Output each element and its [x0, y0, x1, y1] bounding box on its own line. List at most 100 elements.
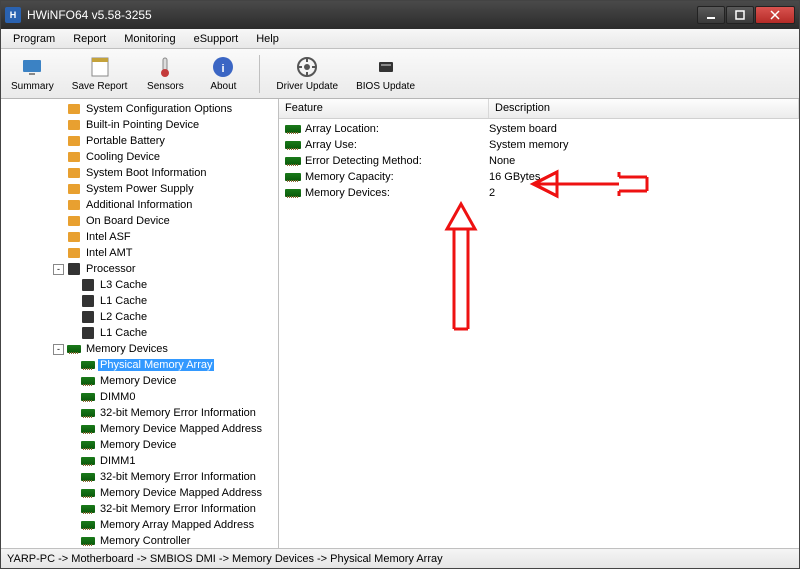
tree-spacer: [67, 360, 78, 371]
tree-label: Intel ASF: [84, 231, 133, 243]
collapse-icon[interactable]: -: [53, 264, 64, 275]
about-label: About: [210, 81, 236, 92]
maximize-button[interactable]: [726, 6, 754, 24]
tree-node[interactable]: -Processor: [1, 261, 278, 277]
tree-node[interactable]: Additional Information: [1, 197, 278, 213]
detail-row[interactable]: Error Detecting Method:None: [279, 153, 799, 169]
tree-node[interactable]: Memory Device Mapped Address: [1, 485, 278, 501]
summary-label: Summary: [11, 81, 54, 92]
tree-spacer: [53, 232, 64, 243]
ram-icon: [285, 189, 301, 197]
ram-icon: [285, 173, 301, 181]
tree-node[interactable]: L2 Cache: [1, 309, 278, 325]
col-feature[interactable]: Feature: [279, 99, 489, 118]
tree-spacer: [53, 248, 64, 259]
tree-label: DIMM0: [98, 391, 137, 403]
sensors-icon: [153, 55, 177, 79]
menu-esupport[interactable]: eSupport: [186, 31, 247, 47]
tree-node[interactable]: Memory Device: [1, 373, 278, 389]
tree-label: Portable Battery: [84, 135, 167, 147]
tree-spacer: [67, 536, 78, 547]
collapse-icon[interactable]: -: [53, 344, 64, 355]
tree-spacer: [67, 328, 78, 339]
tree-spacer: [67, 408, 78, 419]
tree-node[interactable]: L1 Cache: [1, 325, 278, 341]
annotation-arrow-up: [441, 201, 481, 331]
ram-icon: [81, 471, 95, 483]
menu-program[interactable]: Program: [5, 31, 63, 47]
tree-node[interactable]: Cooling Device: [1, 149, 278, 165]
driver-button[interactable]: Driver Update: [272, 53, 342, 94]
gen-icon: [67, 167, 81, 179]
tree-node[interactable]: Memory Controller: [1, 533, 278, 548]
minimize-button[interactable]: [697, 6, 725, 24]
detail-row[interactable]: Array Location:System board: [279, 121, 799, 137]
tree-node[interactable]: 32-bit Memory Error Information: [1, 501, 278, 517]
menu-monitoring[interactable]: Monitoring: [116, 31, 183, 47]
detail-header: Feature Description: [279, 99, 799, 119]
gen-icon: [67, 183, 81, 195]
tree-node[interactable]: Memory Device: [1, 437, 278, 453]
tree-node[interactable]: On Board Device: [1, 213, 278, 229]
tree-node[interactable]: L1 Cache: [1, 293, 278, 309]
tree-node[interactable]: Intel AMT: [1, 245, 278, 261]
driver-label: Driver Update: [276, 81, 338, 92]
tree-pane[interactable]: System Configuration OptionsBuilt-in Poi…: [1, 99, 279, 548]
toolbar: Summary Save Report Sensors iAbout Driver Up…: [1, 49, 799, 99]
feature-cell: Array Use:: [305, 139, 489, 151]
tree-node[interactable]: System Boot Information: [1, 165, 278, 181]
ram-icon: [81, 407, 95, 419]
tree-node[interactable]: Memory Device Mapped Address: [1, 421, 278, 437]
tree-spacer: [53, 104, 64, 115]
ram-icon: [81, 391, 95, 403]
close-button[interactable]: [755, 6, 795, 24]
chip-icon: [81, 295, 95, 307]
description-cell: 16 GBytes: [489, 171, 799, 183]
tree-label: Memory Device: [98, 439, 178, 451]
bios-button[interactable]: BIOS Update: [352, 53, 419, 94]
gen-icon: [67, 215, 81, 227]
save-button[interactable]: Save Report: [68, 53, 132, 94]
tree-node[interactable]: System Power Supply: [1, 181, 278, 197]
tree-label: Intel AMT: [84, 247, 134, 259]
ram-icon: [81, 487, 95, 499]
tree-node[interactable]: 32-bit Memory Error Information: [1, 405, 278, 421]
tree-node[interactable]: Built-in Pointing Device: [1, 117, 278, 133]
tree-node[interactable]: Portable Battery: [1, 133, 278, 149]
detail-row[interactable]: Memory Capacity:16 GBytes: [279, 169, 799, 185]
tree-node[interactable]: Memory Array Mapped Address: [1, 517, 278, 533]
window-title: HWiNFO64 v5.58-3255: [27, 8, 697, 22]
tree-node[interactable]: DIMM0: [1, 389, 278, 405]
tree-spacer: [67, 392, 78, 403]
tree-node[interactable]: Physical Memory Array: [1, 357, 278, 373]
tree-label: Memory Device Mapped Address: [98, 423, 264, 435]
col-description[interactable]: Description: [489, 99, 799, 118]
summary-button[interactable]: Summary: [7, 53, 58, 94]
menu-report[interactable]: Report: [65, 31, 114, 47]
tree-node[interactable]: System Configuration Options: [1, 101, 278, 117]
ram-icon: [81, 455, 95, 467]
description-cell: System board: [489, 123, 799, 135]
tree-node[interactable]: 32-bit Memory Error Information: [1, 469, 278, 485]
sensors-label: Sensors: [147, 81, 184, 92]
ram-icon: [285, 125, 301, 133]
tree-node[interactable]: Intel ASF: [1, 229, 278, 245]
ram-icon: [81, 439, 95, 451]
menu-help[interactable]: Help: [248, 31, 287, 47]
tree-node[interactable]: DIMM1: [1, 453, 278, 469]
tree-node[interactable]: -Memory Devices: [1, 341, 278, 357]
tree-node[interactable]: L3 Cache: [1, 277, 278, 293]
titlebar: H HWiNFO64 v5.58-3255: [1, 1, 799, 29]
sensors-button[interactable]: Sensors: [141, 53, 189, 94]
detail-row[interactable]: Memory Devices:2: [279, 185, 799, 201]
detail-row[interactable]: Array Use:System memory: [279, 137, 799, 153]
save-label: Save Report: [72, 81, 128, 92]
tree-label: 32-bit Memory Error Information: [98, 503, 258, 515]
feature-cell: Memory Devices:: [305, 187, 489, 199]
ram-icon: [81, 535, 95, 547]
tree-spacer: [53, 152, 64, 163]
chip-icon: [81, 279, 95, 291]
about-button[interactable]: iAbout: [199, 53, 247, 94]
tree-spacer: [67, 424, 78, 435]
driver-icon: [295, 55, 319, 79]
